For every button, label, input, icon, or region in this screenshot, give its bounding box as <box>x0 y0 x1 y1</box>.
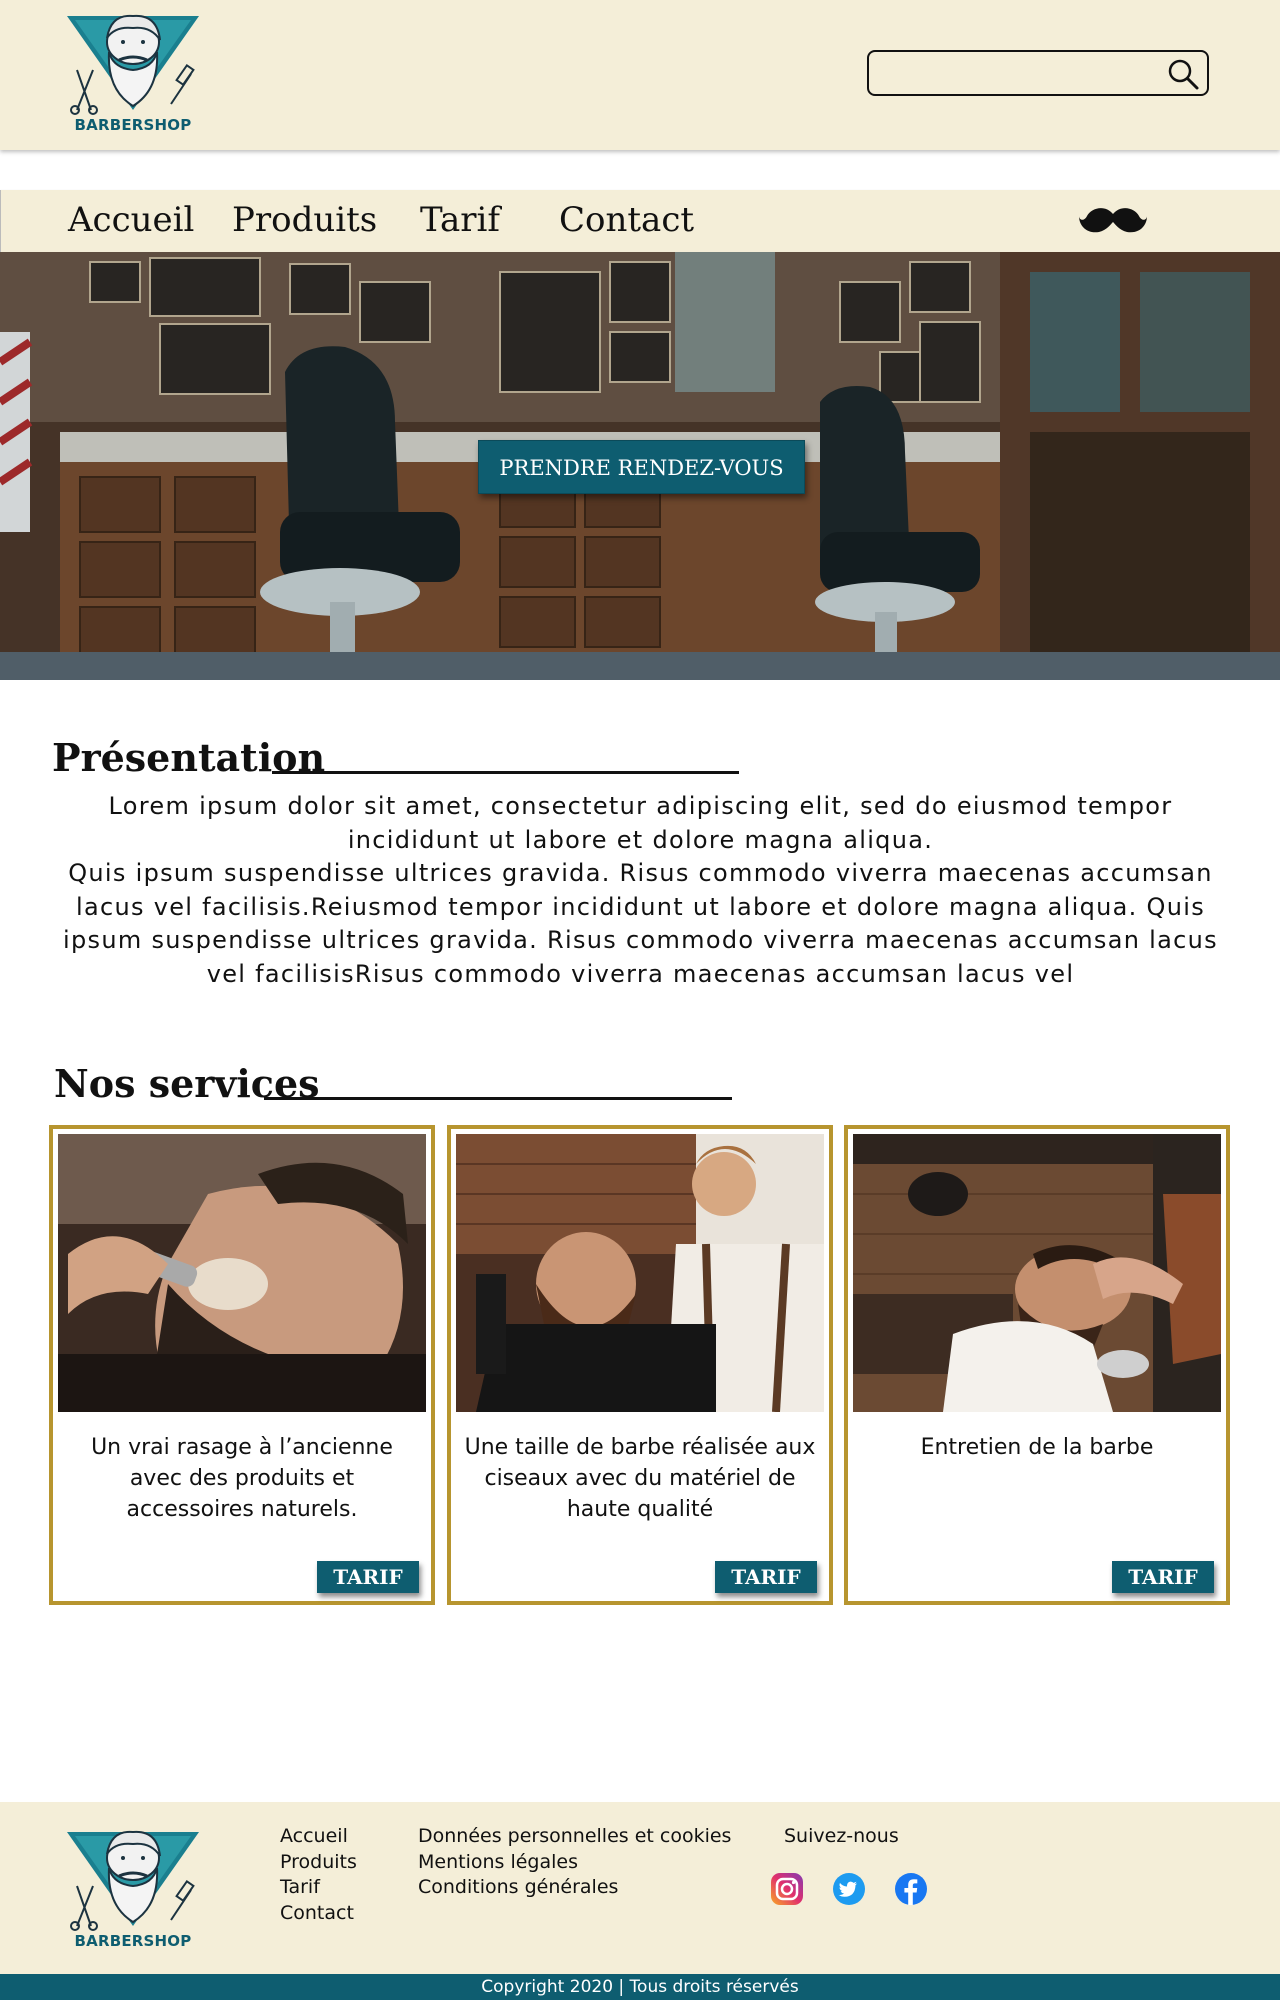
nav-item-accueil[interactable]: Accueil <box>68 198 194 242</box>
service-description: Un vrai rasage à l’ancienne avec des pro… <box>91 1435 393 1522</box>
service-card: Un vrai rasage à l’ancienne avec des pro… <box>49 1125 435 1605</box>
service-photo-shaving <box>58 1134 426 1412</box>
logo-text: BARBERSHOP <box>74 1932 192 1950</box>
service-photo-beard-care <box>853 1134 1221 1412</box>
title-underline <box>264 1097 732 1100</box>
site-footer: BARBERSHOP Accueil Produits Tarif Contac… <box>0 1802 1280 1974</box>
service-description: Une taille de barbe réalisée aux ciseaux… <box>464 1435 816 1522</box>
footer-link-terms[interactable]: Conditions générales <box>418 1875 731 1901</box>
tarif-button[interactable]: TARIF <box>317 1561 419 1593</box>
service-description: Entretien de la barbe <box>920 1435 1154 1460</box>
nav-item-contact[interactable]: Contact <box>559 198 694 242</box>
footer-link-legal-notice[interactable]: Mentions légales <box>418 1850 731 1876</box>
nav-item-produits[interactable]: Produits <box>232 198 377 242</box>
service-card: Entretien de la barbe TARIF <box>844 1125 1230 1605</box>
site-header: BARBERSHOP <box>0 0 1280 150</box>
logo-text: BARBERSHOP <box>74 116 192 134</box>
bearded-man-logo-icon <box>67 14 199 115</box>
footer-link-tarif[interactable]: Tarif <box>280 1875 357 1901</box>
mustache-icon <box>1079 208 1147 233</box>
title-underline <box>272 771 739 774</box>
main-nav: Accueil Produits Tarif Contact <box>0 190 1280 252</box>
barbershop-logo[interactable]: BARBERSHOP <box>63 10 203 134</box>
bearded-man-logo-icon <box>67 1830 199 1931</box>
service-photo-beard-trim <box>456 1134 824 1412</box>
footer-link-produits[interactable]: Produits <box>280 1850 357 1876</box>
footer-link-privacy[interactable]: Données personnelles et cookies <box>418 1824 731 1850</box>
search-icon[interactable] <box>1165 56 1201 92</box>
search-bar[interactable] <box>867 50 1209 96</box>
tarif-button[interactable]: TARIF <box>715 1561 817 1593</box>
follow-us-label: Suivez-nous <box>784 1825 899 1847</box>
barbershop-logo[interactable]: BARBERSHOP <box>63 1826 203 1950</box>
footer-link-accueil[interactable]: Accueil <box>280 1824 357 1850</box>
presentation-text: Lorem ipsum dolor sit amet, consectetur … <box>63 792 1218 988</box>
nav-item-tarif[interactable]: Tarif <box>420 198 500 242</box>
twitter-icon[interactable] <box>832 1872 866 1906</box>
facebook-icon[interactable] <box>894 1872 928 1906</box>
service-card: Une taille de barbe réalisée aux ciseaux… <box>447 1125 833 1605</box>
footer-nav: Accueil Produits Tarif Contact <box>280 1824 357 1926</box>
book-appointment-button[interactable]: PRENDRE RENDEZ-VOUS <box>478 440 805 494</box>
copyright-bar: Copyright 2020 | Tous droits réservés <box>0 1974 1280 2000</box>
tarif-button[interactable]: TARIF <box>1112 1561 1214 1593</box>
search-input[interactable] <box>879 58 1159 88</box>
footer-link-contact[interactable]: Contact <box>280 1901 357 1927</box>
instagram-icon[interactable] <box>770 1872 804 1906</box>
services-title: Nos services <box>54 1061 320 1106</box>
footer-legal: Données personnelles et cookies Mentions… <box>418 1824 731 1901</box>
presentation-title: Présentation <box>52 735 326 780</box>
